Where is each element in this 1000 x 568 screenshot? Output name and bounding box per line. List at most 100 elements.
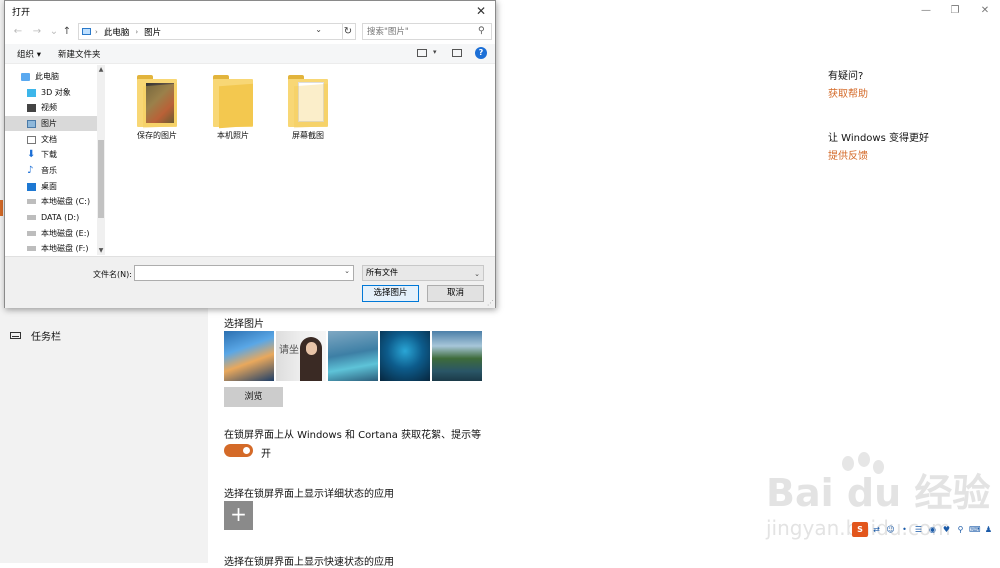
picture-thumbnail[interactable] (432, 331, 482, 381)
video-icon (27, 103, 36, 112)
search-input[interactable] (362, 23, 492, 40)
drive-icon (27, 215, 36, 220)
address-bar[interactable]: › 此电脑 › 图片 ⌄ (78, 23, 343, 40)
tree-item-this-pc[interactable]: 此电脑 (5, 69, 97, 84)
tray-icon[interactable]: ♟ (983, 524, 994, 535)
system-tray: S ⇄ ☺ • ☰ ◉ ♥ ⚲ ⌨ ♟ ♦ ▦ (852, 521, 1000, 538)
breadcrumb-item[interactable]: 此电脑 (104, 26, 130, 38)
filetype-select[interactable]: 所有文件 ⌄ (362, 265, 484, 281)
dialog-title: 打开 (12, 8, 31, 18)
tree-item-documents[interactable]: 文档 (5, 132, 97, 147)
tray-icon[interactable]: ☺ (885, 524, 896, 535)
restore-button[interactable]: ❐ (940, 4, 970, 18)
toggle-knob (243, 447, 250, 454)
refresh-button[interactable]: ↻ (341, 23, 356, 40)
quick-status-label: 选择在锁屏界面上显示快速状态的应用 (224, 557, 394, 568)
dialog-close-button[interactable]: ✕ (471, 2, 491, 20)
tree-item-drive-d[interactable]: DATA (D:) (5, 210, 97, 225)
ime-icon[interactable]: S (852, 522, 868, 537)
folder-icon (288, 75, 328, 129)
chevron-down-icon[interactable]: ⌄ (315, 25, 322, 34)
folder-icon (137, 75, 177, 129)
tree-scrollbar[interactable]: ▲ ▼ (97, 65, 105, 255)
tray-icon[interactable]: ⌨ (969, 524, 981, 535)
improve-heading: 让 Windows 变得更好 (828, 133, 929, 144)
tree-item-drive-c[interactable]: 本地磁盘 (C:) (5, 194, 97, 209)
tree-item-downloads[interactable]: ⬇ 下载 (5, 147, 97, 162)
music-icon: ♪ (27, 164, 34, 176)
tree-item-desktop[interactable]: 桌面 (5, 179, 97, 194)
feedback-link[interactable]: 提供反馈 (828, 147, 868, 162)
download-icon: ⬇ (27, 148, 36, 160)
drive-icon (27, 199, 36, 204)
tree-item-pictures[interactable]: 图片 (5, 116, 97, 131)
breadcrumb-item[interactable]: 图片 (144, 26, 161, 38)
sidebar-item-label: 任务栏 (31, 331, 61, 343)
forward-button[interactable]: → (31, 26, 43, 38)
tray-icon[interactable]: ⚲ (955, 524, 966, 535)
back-button[interactable]: ← (12, 26, 24, 38)
picture-thumbnail[interactable]: 请坐 (276, 331, 326, 381)
tray-icon[interactable]: • (899, 524, 910, 535)
help-heading: 有疑问? (828, 71, 864, 82)
tree-item-label: 此电脑 (35, 72, 59, 81)
tree-item-label: 图片 (41, 119, 57, 128)
get-help-link[interactable]: 获取帮助 (828, 85, 868, 100)
pc-icon (21, 72, 30, 81)
folder-item[interactable]: 屏幕截图 (268, 75, 348, 141)
tray-icon[interactable]: ☰ (913, 524, 924, 535)
tree-item-music[interactable]: ♪ 音乐 (5, 163, 97, 178)
add-app-button[interactable]: + (224, 501, 253, 530)
tree-item-label: 3D 对象 (41, 88, 71, 97)
folder-item[interactable]: 本机照片 (193, 75, 273, 141)
filetype-value: 所有文件 (366, 268, 398, 277)
chevron-up-icon[interactable]: ▲ (97, 66, 105, 73)
chevron-down-icon[interactable]: ▾ (433, 48, 437, 56)
tree-item-3d-objects[interactable]: 3D 对象 (5, 85, 97, 100)
resize-grip-icon[interactable]: ⋰ (487, 299, 494, 307)
tray-icon[interactable]: ◉ (927, 524, 938, 535)
minimize-button[interactable]: — (911, 4, 941, 18)
folder-item[interactable]: 保存的图片 (117, 75, 197, 141)
tray-icon[interactable]: ♥ (941, 524, 952, 535)
tree-item-label: 视频 (41, 103, 57, 112)
tree-item-drive-e[interactable]: 本地磁盘 (E:) (5, 226, 97, 241)
picture-thumbnail[interactable] (328, 331, 378, 381)
fun-facts-toggle[interactable] (224, 444, 253, 457)
filename-input[interactable]: ⌄ (134, 265, 354, 281)
tree-item-videos[interactable]: 视频 (5, 100, 97, 115)
scrollbar-thumb[interactable] (98, 140, 104, 218)
close-button[interactable]: ✕ (970, 4, 1000, 18)
picture-thumbnails: 请坐 (224, 331, 482, 381)
thumbnail-text: 请坐 (279, 345, 299, 356)
open-button[interactable]: 选择图片 (362, 285, 419, 302)
choose-picture-label: 选择图片 (224, 319, 264, 330)
drive-icon (27, 246, 36, 251)
tree-item-label: 文档 (41, 135, 57, 144)
new-folder-button[interactable]: 新建文件夹 (58, 48, 101, 60)
cancel-button[interactable]: 取消 (427, 285, 484, 302)
chevron-right-icon: › (95, 27, 98, 36)
tray-icon[interactable]: ⇄ (871, 524, 882, 535)
tree-item-label: 本地磁盘 (E:) (41, 229, 90, 238)
tree-item-label: 本地磁盘 (F:) (41, 244, 89, 253)
recent-locations-button[interactable]: ⌄ (48, 26, 60, 38)
pc-icon (82, 28, 91, 35)
organize-button[interactable]: 组织 ▾ (17, 48, 41, 60)
browse-button[interactable]: 浏览 (224, 387, 283, 407)
view-options-icon[interactable] (417, 49, 427, 57)
chevron-down-icon[interactable]: ⌄ (344, 267, 350, 275)
picture-thumbnail[interactable] (380, 331, 430, 381)
preview-pane-icon[interactable] (452, 49, 462, 57)
picture-thumbnail[interactable] (224, 331, 274, 381)
detailed-status-label: 选择在锁屏界面上显示详细状态的应用 (224, 489, 394, 500)
help-icon[interactable]: ? (475, 47, 487, 59)
search-icon[interactable]: ⚲ (478, 26, 488, 36)
tree-item-label: 下载 (41, 150, 57, 159)
tree-item-drive-f[interactable]: 本地磁盘 (F:) (5, 241, 97, 256)
sidebar-item-taskbar[interactable]: 任务栏 (10, 327, 61, 343)
tree-item-label: 音乐 (41, 166, 57, 175)
up-button[interactable]: ↑ (61, 26, 73, 38)
chevron-down-icon[interactable]: ▼ (97, 247, 105, 254)
taskbar-icon (10, 331, 21, 339)
